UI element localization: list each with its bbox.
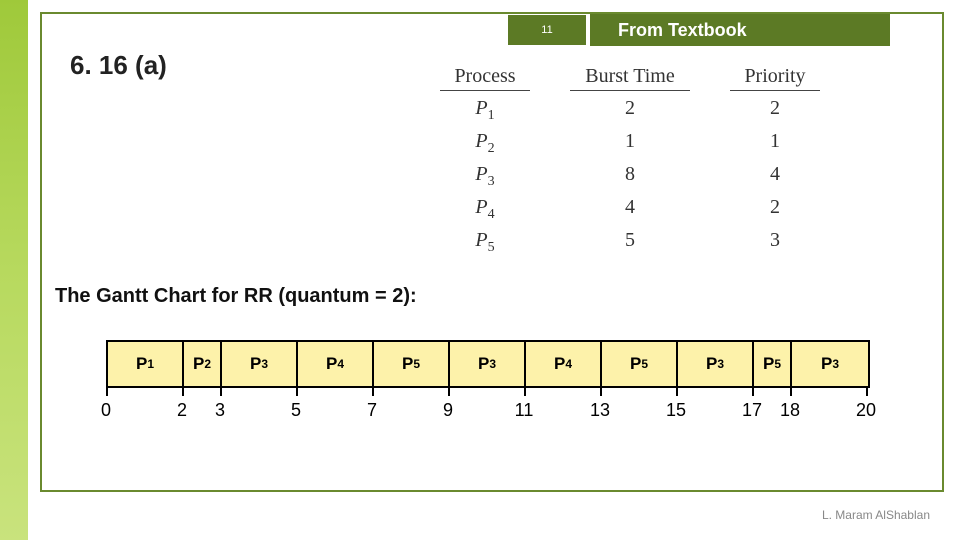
table-header: Process Burst Time Priority [440,65,820,91]
tick-mark [106,386,108,396]
col-process: Process [440,65,530,91]
tick-mark [220,386,222,396]
page-number-badge: 11 [508,15,586,45]
gantt-segment: P2 [184,342,222,386]
cell-burst: 1 [570,130,690,157]
table-row: P5 5 3 [440,229,820,256]
tick-mark [372,386,374,396]
tick-mark [524,386,526,396]
cell-burst: 5 [570,229,690,256]
section-title: 6. 16 (a) [70,50,167,81]
tick-label: 20 [856,400,876,421]
tick-label: 2 [177,400,187,421]
gantt-segment: P5 [602,342,678,386]
cell-priority: 2 [730,97,820,124]
tick-mark [296,386,298,396]
tick-label: 11 [515,400,534,421]
tick-label: 15 [666,400,686,421]
gantt-caption: The Gantt Chart for RR (quantum = 2): [55,285,417,308]
tick-label: 13 [590,400,610,421]
cell-process: P3 [440,163,530,190]
gantt-segment: P4 [298,342,374,386]
author-label: L. Maram AlShablan [822,508,930,522]
tick-label: 7 [367,400,377,421]
gantt-segment: P3 [678,342,754,386]
tick-mark [676,386,678,396]
gantt-segment: P5 [374,342,450,386]
gantt-segment: P3 [792,342,868,386]
table-row: P2 1 1 [440,130,820,157]
cell-process: P1 [440,97,530,124]
cell-priority: 1 [730,130,820,157]
cell-burst: 2 [570,97,690,124]
gantt-segment: P3 [450,342,526,386]
table-row: P4 4 2 [440,196,820,223]
tick-mark [866,386,868,396]
gantt-segment: P3 [222,342,298,386]
tick-label: 18 [780,400,800,421]
cell-priority: 2 [730,196,820,223]
tick-mark [790,386,792,396]
col-burst: Burst Time [570,65,690,91]
tick-label: 17 [742,400,762,421]
tick-label: 0 [101,400,111,421]
gantt-chart: P1P2P3P4P5P3P4P5P3P5P3 [106,340,870,388]
gantt-segment: P5 [754,342,792,386]
process-table: Process Burst Time Priority P1 2 2 P2 1 1 P3 8 4… [440,65,820,256]
cell-process: P4 [440,196,530,223]
cell-process: P2 [440,130,530,157]
cell-process: P5 [440,229,530,256]
cell-burst: 8 [570,163,690,190]
tick-mark [752,386,754,396]
gantt-time-axis: 023579111315171820 [106,396,866,420]
table-row: P3 8 4 [440,163,820,190]
col-priority: Priority [730,65,820,91]
tick-mark [600,386,602,396]
cell-priority: 4 [730,163,820,190]
cell-priority: 3 [730,229,820,256]
tick-label: 5 [291,400,301,421]
tick-label: 3 [215,400,225,421]
tick-mark [182,386,184,396]
table-row: P1 2 2 [440,97,820,124]
tick-label: 9 [443,400,453,421]
cell-burst: 4 [570,196,690,223]
gantt-segment: P4 [526,342,602,386]
tick-mark [448,386,450,396]
gantt-segment: P1 [108,342,184,386]
from-textbook-label: From Textbook [590,14,890,46]
